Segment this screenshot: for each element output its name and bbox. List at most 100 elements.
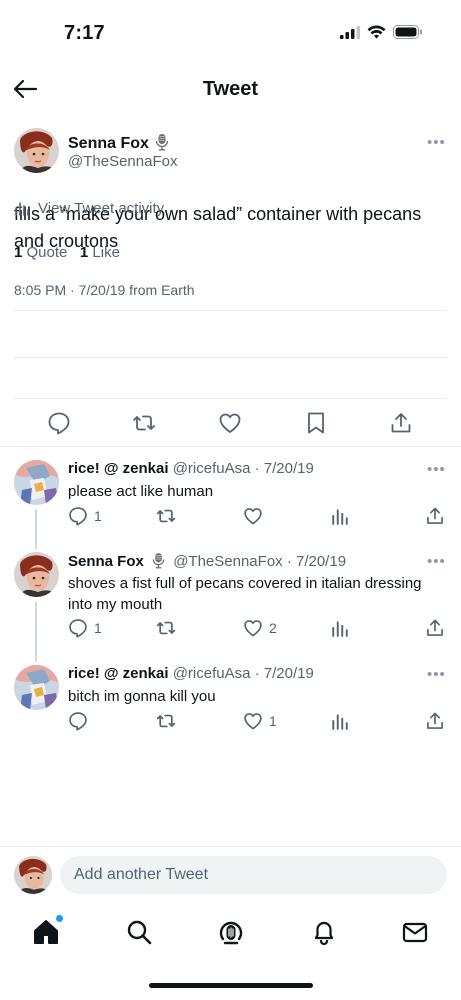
tab-messages[interactable]	[401, 918, 429, 946]
tab-spaces[interactable]	[217, 918, 245, 946]
divider	[14, 310, 447, 311]
more-options-icon[interactable]: •••	[427, 667, 446, 682]
retweet-button[interactable]	[156, 618, 182, 638]
status-bar: 7:17	[0, 0, 461, 64]
tab-notifications[interactable]	[310, 918, 338, 946]
activity-label: View Tweet activity	[38, 199, 165, 217]
avatar[interactable]	[14, 460, 59, 505]
author-name[interactable]: rice! @ zenkai	[68, 460, 169, 477]
reply-icon	[69, 507, 87, 526]
like-button[interactable]	[243, 506, 269, 526]
retweet-icon	[156, 621, 176, 635]
like-button[interactable]: 2	[243, 618, 277, 638]
reply-header: rice! @ zenkai @ricefuAsa · 7/20/19	[68, 665, 314, 682]
engagement-counts: 1 Quote 1 Like	[14, 244, 120, 261]
more-options-icon[interactable]: •••	[427, 462, 446, 477]
retweet-button[interactable]	[156, 711, 182, 731]
compose-bar	[0, 855, 461, 895]
notification-dot	[56, 915, 63, 922]
like-icon[interactable]	[218, 411, 242, 435]
share-icon	[427, 507, 443, 524]
reply-count: 1	[94, 620, 102, 636]
author-handle[interactable]: @ricefuAsa	[173, 665, 251, 682]
reply-icon	[69, 619, 87, 638]
like-label: Like	[92, 244, 120, 261]
tab-home[interactable]	[32, 915, 63, 946]
status-icons	[340, 25, 423, 39]
bell-icon	[314, 921, 334, 946]
page-title: Tweet	[202, 78, 259, 100]
author-handle[interactable]: @TheSennaFox	[68, 153, 177, 170]
more-options-icon[interactable]: •••	[427, 554, 446, 569]
reply-icon	[69, 712, 87, 731]
quote-count-link[interactable]: 1 Quote	[14, 244, 67, 261]
divider	[0, 446, 461, 447]
wifi-icon	[367, 25, 386, 39]
analytics-icon	[332, 714, 348, 730]
add-tweet-input[interactable]	[60, 856, 447, 894]
avatar[interactable]	[14, 665, 59, 710]
divider	[14, 398, 447, 399]
battery-icon	[393, 25, 422, 39]
author-name[interactable]: rice! @ zenkai	[68, 665, 169, 682]
avatar[interactable]	[14, 552, 59, 597]
analytics-icon	[332, 621, 348, 637]
microphone-icon	[152, 553, 165, 569]
analytics-button[interactable]	[331, 618, 349, 638]
like-icon	[244, 508, 262, 525]
reply-button[interactable]	[68, 711, 94, 731]
search-icon	[127, 920, 152, 945]
more-options-icon[interactable]: •••	[427, 135, 446, 150]
reply-button[interactable]: 1	[68, 618, 102, 638]
share-button[interactable]	[425, 711, 445, 731]
avatar[interactable]	[14, 128, 59, 173]
share-button[interactable]	[425, 618, 445, 638]
like-count-link[interactable]: 1 Like	[80, 244, 120, 261]
quote-label: Quote	[26, 244, 68, 261]
cellular-signal-icon	[340, 25, 360, 39]
analytics-icon	[332, 509, 348, 525]
author-name[interactable]: Senna Fox	[68, 553, 144, 570]
quote-count: 1	[14, 244, 23, 261]
reply-header: rice! @ zenkai @ricefuAsa · 7/20/19	[68, 460, 314, 477]
analytics-button[interactable]	[331, 506, 349, 526]
author-handle[interactable]: @TheSennaFox	[173, 553, 282, 570]
avatar	[14, 856, 52, 894]
retweet-icon	[156, 714, 176, 728]
share-button[interactable]	[425, 506, 445, 526]
microphone-icon	[155, 134, 169, 151]
divider	[0, 846, 461, 847]
analytics-button[interactable]	[331, 711, 349, 731]
retweet-button[interactable]	[156, 506, 182, 526]
status-time: 7:17	[64, 22, 105, 44]
nav-header: Tweet	[0, 66, 461, 112]
reply-action-bar: 1	[0, 506, 461, 526]
like-count: 1	[269, 713, 277, 729]
spaces-icon	[219, 921, 243, 945]
like-icon	[244, 713, 262, 730]
author-name[interactable]: Senna Fox	[68, 133, 169, 153]
main-action-bar	[0, 411, 461, 435]
author-handle[interactable]: @ricefuAsa	[173, 460, 251, 477]
reply-icon[interactable]	[47, 411, 71, 435]
tweet-date: · 7/20/19	[254, 665, 314, 682]
reply-button[interactable]: 1	[68, 506, 102, 526]
reply-header: Senna Fox @TheSennaFox · 7/20/19	[68, 552, 346, 570]
retweet-icon[interactable]	[132, 411, 156, 435]
like-icon	[244, 620, 262, 637]
share-icon	[427, 619, 443, 636]
tweet-date: · 7/20/19	[286, 553, 347, 570]
tweet-timestamp: 8:05 PM · 7/20/19 from Earth	[14, 282, 195, 298]
share-icon[interactable]	[389, 411, 413, 435]
like-count: 1	[79, 244, 89, 261]
bookmark-icon[interactable]	[304, 411, 328, 435]
author-name-text: Senna Fox	[68, 135, 149, 152]
divider	[14, 357, 447, 358]
reply-count: 1	[94, 508, 102, 524]
reply-action-bar: 1 2	[0, 618, 461, 638]
tweet-text: bitch im gonna kill you	[68, 688, 216, 705]
tweet-date: · 7/20/19	[254, 460, 314, 477]
view-tweet-activity[interactable]: View Tweet activity	[14, 195, 164, 221]
tab-search[interactable]	[125, 918, 153, 946]
like-button[interactable]: 1	[243, 711, 277, 731]
